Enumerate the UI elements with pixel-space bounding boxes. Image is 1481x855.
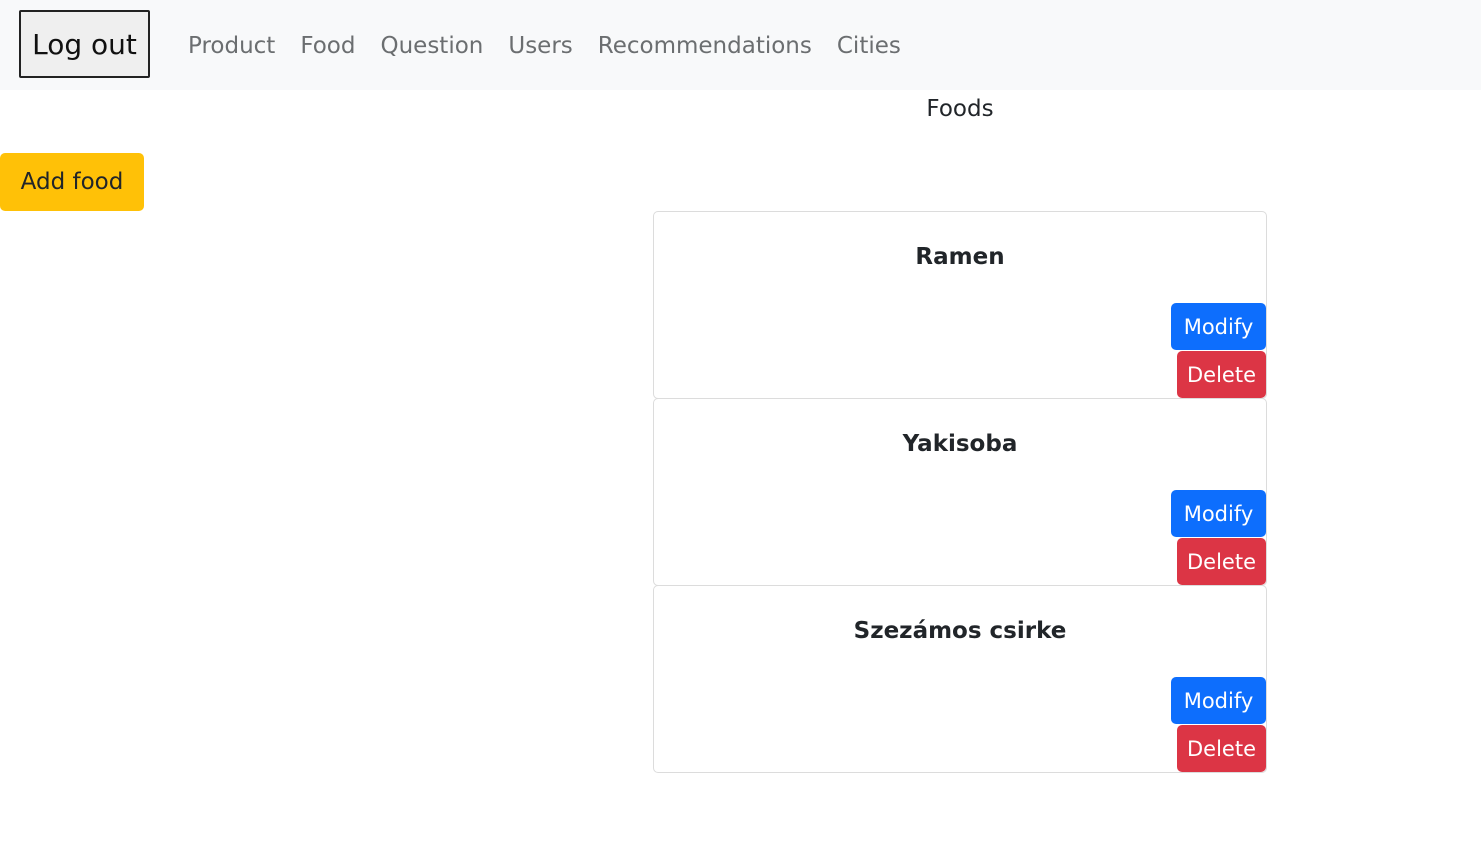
page-title: Foods xyxy=(926,96,994,122)
nav-links: Product Food Question Users Recommendati… xyxy=(188,30,926,62)
modify-button[interactable]: Modify xyxy=(1171,490,1266,537)
food-name: Ramen xyxy=(915,244,1005,270)
food-card: Ramen Modify Delete xyxy=(653,211,1267,399)
nav-link-product[interactable]: Product xyxy=(188,33,275,59)
nav-link-food[interactable]: Food xyxy=(300,33,355,59)
modify-button[interactable]: Modify xyxy=(1171,677,1266,724)
delete-button[interactable]: Delete xyxy=(1177,538,1266,585)
nav-link-users[interactable]: Users xyxy=(508,33,572,59)
nav-link-cities[interactable]: Cities xyxy=(837,33,901,59)
add-food-button[interactable]: Add food xyxy=(0,153,144,211)
food-card: Szezámos csirke Modify Delete xyxy=(653,585,1267,773)
food-card: Yakisoba Modify Delete xyxy=(653,398,1267,586)
logout-button[interactable]: Log out xyxy=(19,10,150,78)
navbar: Log out Product Food Question Users Reco… xyxy=(0,0,1481,90)
modify-button[interactable]: Modify xyxy=(1171,303,1266,350)
nav-link-question[interactable]: Question xyxy=(380,33,483,59)
delete-button[interactable]: Delete xyxy=(1177,351,1266,398)
food-name: Szezámos csirke xyxy=(853,618,1067,644)
food-name: Yakisoba xyxy=(902,431,1018,457)
delete-button[interactable]: Delete xyxy=(1177,725,1266,772)
nav-link-recommendations[interactable]: Recommendations xyxy=(598,33,812,59)
food-list: Ramen Modify Delete Yakisoba Modify Dele… xyxy=(653,211,1267,773)
